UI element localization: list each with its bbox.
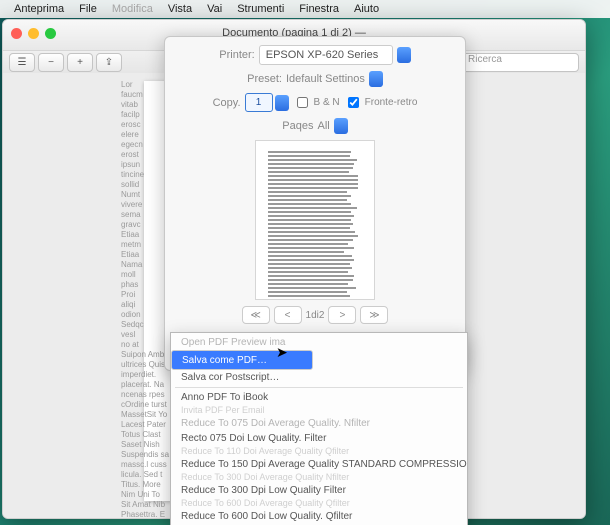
menu-go[interactable]: Vai	[201, 3, 228, 15]
pages-chevron-icon[interactable]	[334, 118, 348, 134]
pdf-menu-item[interactable]: Anno PDF To iBook	[171, 390, 467, 405]
menu-view[interactable]: Vista	[162, 3, 198, 15]
menu-tools[interactable]: Strumenti	[231, 3, 290, 15]
bw-checkbox[interactable]: B & N	[293, 94, 340, 111]
search-input[interactable]: Ricerca	[451, 53, 579, 72]
copies-input[interactable]	[245, 93, 273, 112]
print-preview-thumbnail	[255, 140, 375, 300]
app-menu[interactable]: Anteprima	[8, 3, 70, 15]
pdf-menu-item[interactable]: Reduce To 150 Dpi Average Quality STANDA…	[171, 457, 467, 472]
pdf-menu-item[interactable]: Open PDF Preview ima	[171, 335, 467, 350]
menu-help[interactable]: Aiuto	[348, 3, 385, 15]
pdf-menu-item[interactable]: Reduce To 600 Doi Low Quality. Qfilter	[171, 509, 467, 524]
zoom-out-button[interactable]: −	[38, 53, 64, 72]
pdf-menu-item[interactable]: Recto 075 Doi Low Quality. Filter	[171, 431, 467, 446]
pages-label: Paqes	[282, 120, 313, 132]
menubar: Anteprima File Modifica Vista Vai Strume…	[0, 0, 610, 18]
print-dialog: Printer: EPSON XP-620 Series Preset: Ide…	[164, 36, 466, 371]
printer-label: Printer:	[219, 49, 254, 61]
first-page-button[interactable]: ≪	[242, 306, 270, 324]
duplex-checkbox[interactable]: Fronte-retro	[344, 94, 418, 111]
menu-file[interactable]: File	[73, 3, 103, 15]
preset-value: Idefault Settinos	[286, 73, 365, 85]
pdf-menu-item[interactable]: Reduce To 075 Doi Average Quality. Nfilt…	[171, 416, 467, 431]
sidebar-toggle-button[interactable]: ☰	[9, 53, 35, 72]
copies-step-icon[interactable]	[275, 95, 289, 111]
pdf-menu-item[interactable]: Salva cor Postscript…	[171, 370, 467, 385]
preset-chevron-icon[interactable]	[369, 71, 383, 87]
menu-window[interactable]: Finestra	[293, 3, 345, 15]
copies-label: Copy.	[213, 97, 241, 109]
pdf-menu-item[interactable]: Salva come PDF…	[171, 350, 313, 370]
preset-label: Preset:	[247, 73, 282, 85]
zoom-in-button[interactable]: +	[67, 53, 93, 72]
pdf-dropdown-menu: Open PDF Preview imaSalva come PDF…Salva…	[170, 332, 468, 525]
copies-stepper[interactable]	[245, 93, 289, 112]
page-navigator: ≪ < 1di2 > ≫	[175, 306, 455, 324]
menu-edit[interactable]: Modifica	[106, 3, 159, 15]
pdf-menu-item[interactable]: Reduce To 300 Dpi Low Quality Filter	[171, 483, 467, 498]
printer-chevron-icon[interactable]	[397, 47, 411, 63]
last-page-button[interactable]: ≫	[360, 306, 388, 324]
share-button[interactable]: ⇪	[96, 53, 122, 72]
pages-value: All	[317, 120, 329, 132]
prev-page-button[interactable]: <	[274, 306, 302, 324]
next-page-button[interactable]: >	[328, 306, 356, 324]
printer-select[interactable]: EPSON XP-620 Series	[259, 45, 393, 65]
page-indicator: 1di2	[306, 310, 325, 321]
